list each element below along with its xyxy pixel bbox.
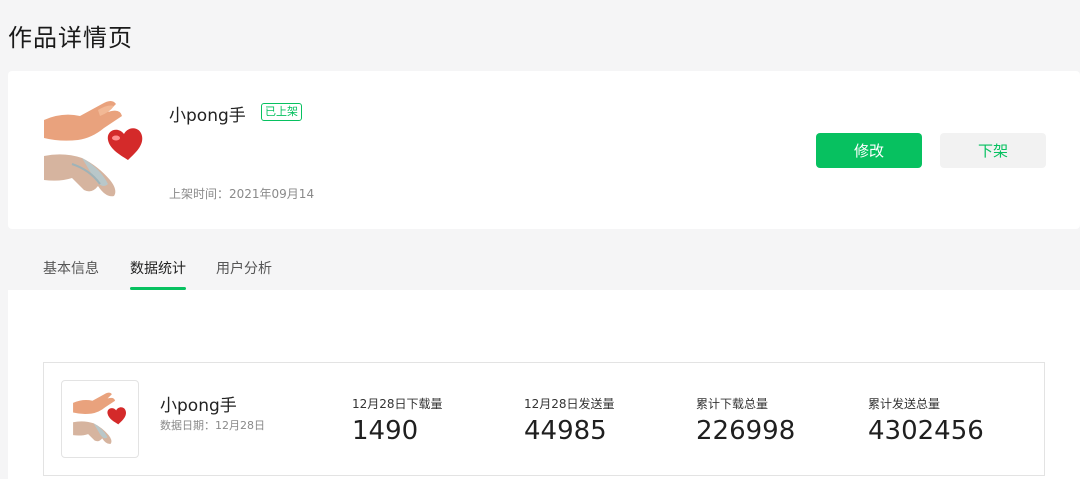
stats-summary-box: 小pong手 数据日期：12月28日 12月28日下载量 1490 12月28日…: [43, 362, 1045, 476]
metric-value: 44985: [524, 416, 607, 446]
metric-value: 4302456: [868, 416, 984, 446]
metric-daily-downloads: 12月28日下载量 1490: [352, 395, 443, 446]
edit-button[interactable]: 修改: [816, 133, 922, 168]
work-name: 小pong手: [169, 106, 246, 126]
stats-date: 数据日期：12月28日: [160, 419, 265, 432]
metric-value: 1490: [352, 416, 419, 446]
metric-total-downloads: 累计下载总量 226998: [696, 395, 795, 446]
work-thumbnail: [61, 380, 139, 458]
hands-heart-sticker-icon: [44, 101, 143, 197]
work-card: 小pong手 已上架 上架时间：2021年09月14 修改 下架: [8, 71, 1080, 229]
hands-heart-sticker-icon: [73, 392, 126, 444]
status-badge: 已上架: [261, 103, 302, 121]
tab-bar: 基本信息 数据统计 用户分析: [0, 250, 1080, 290]
tab-data-statistics[interactable]: 数据统计: [130, 258, 186, 290]
metric-label: 12月28日下载量: [352, 397, 443, 411]
metric-label: 累计下载总量: [696, 397, 769, 411]
unpublish-button[interactable]: 下架: [940, 133, 1046, 168]
metric-label: 累计发送总量: [868, 397, 941, 411]
metric-value: 226998: [696, 416, 796, 446]
metric-total-sends: 累计发送总量 4302456: [868, 395, 984, 446]
metric-label: 12月28日发送量: [524, 397, 615, 411]
stats-panel: 小pong手 数据日期：12月28日 12月28日下载量 1490 12月28日…: [8, 290, 1080, 479]
stats-work-name: 小pong手: [160, 396, 237, 416]
metric-daily-sends: 12月28日发送量 44985: [524, 395, 615, 446]
publish-time: 上架时间：2021年09月14: [169, 187, 315, 201]
tab-user-analysis[interactable]: 用户分析: [216, 258, 272, 290]
page-title: 作品详情页: [8, 24, 133, 52]
tab-basic-info[interactable]: 基本信息: [43, 258, 99, 290]
